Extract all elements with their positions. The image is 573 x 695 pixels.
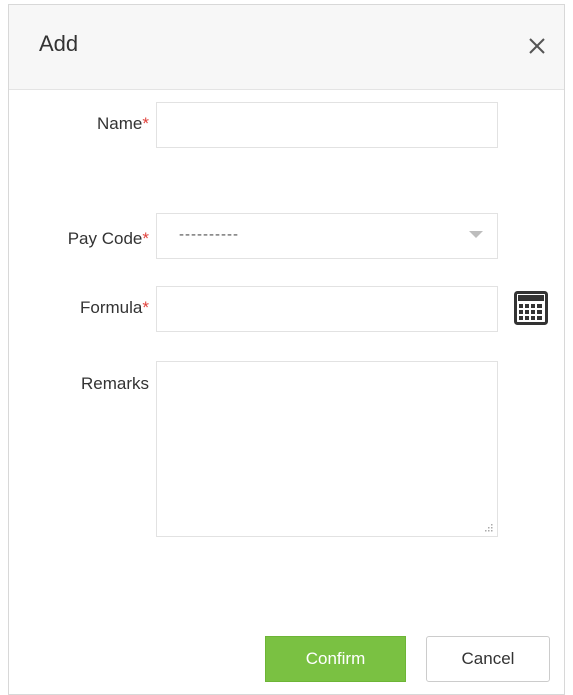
remarks-label: Remarks	[9, 374, 149, 394]
required-mark: *	[142, 114, 149, 133]
formula-field[interactable]	[156, 286, 498, 332]
formula-label-text: Formula	[80, 298, 143, 317]
confirm-button[interactable]: Confirm	[265, 636, 406, 682]
pay-code-select[interactable]: ----------	[156, 213, 498, 259]
chevron-down-icon	[469, 231, 483, 238]
dialog-title: Add	[39, 31, 79, 56]
required-mark: *	[142, 298, 149, 317]
add-dialog: Add Name* Pay Code* ---------- Formula*	[8, 4, 565, 695]
resize-grip-icon[interactable]	[483, 522, 493, 532]
pay-code-selected-value: ----------	[179, 226, 239, 243]
cancel-button[interactable]: Cancel	[426, 636, 550, 682]
remarks-textarea[interactable]	[156, 361, 498, 537]
name-label: Name*	[9, 114, 149, 134]
close-icon[interactable]	[524, 33, 550, 59]
pay-code-label: Pay Code*	[9, 229, 149, 249]
calculator-icon[interactable]	[514, 291, 548, 330]
required-mark: *	[142, 229, 149, 248]
remarks-label-text: Remarks	[80, 374, 149, 393]
name-label-text: Name	[97, 114, 143, 133]
pay-code-label-text: Pay Code	[67, 229, 143, 248]
name-field[interactable]	[156, 102, 498, 148]
formula-label: Formula*	[9, 298, 149, 318]
dialog-header: Add	[9, 5, 564, 90]
